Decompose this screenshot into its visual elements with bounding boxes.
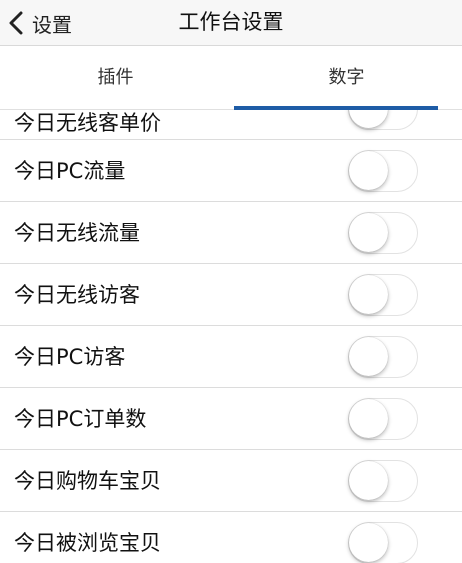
- toggle-knob: [349, 151, 388, 190]
- row-label: 今日无线访客: [14, 283, 140, 307]
- tab-plugins[interactable]: 插件: [0, 52, 231, 109]
- settings-list[interactable]: 今日无线客单价 今日PC流量 今日无线流量 今日无线访客 今日PC访客 今日PC…: [0, 110, 462, 563]
- list-item: 今日被浏览宝贝: [0, 512, 462, 563]
- toggle-knob: [349, 461, 388, 500]
- toggle-knob: [349, 523, 388, 562]
- row-label: 今日PC访客: [14, 345, 126, 369]
- toggle-switch[interactable]: [348, 110, 418, 130]
- toggle-knob: [349, 399, 388, 438]
- list-item: 今日无线客单价: [0, 110, 462, 140]
- row-label: 今日购物车宝贝: [14, 469, 161, 493]
- list-item: 今日PC访客: [0, 326, 462, 388]
- toggle-switch[interactable]: [348, 150, 418, 192]
- list-item: 今日无线访客: [0, 264, 462, 326]
- toggle-knob: [349, 213, 388, 252]
- toggle-switch[interactable]: [348, 212, 418, 254]
- tab-numbers-label: 数字: [328, 67, 365, 88]
- tab-numbers[interactable]: 数字: [231, 52, 462, 110]
- tab-plugins-label: 插件: [97, 67, 134, 88]
- row-label: 今日无线流量: [14, 221, 140, 245]
- toggle-switch[interactable]: [348, 336, 418, 378]
- toggle-knob: [349, 337, 388, 376]
- back-label: 设置: [32, 12, 72, 37]
- toggle-switch[interactable]: [348, 398, 418, 440]
- row-label: 今日PC订单数: [14, 407, 147, 431]
- toggle-knob: [349, 110, 388, 128]
- list-item: 今日购物车宝贝: [0, 450, 462, 512]
- toggle-knob: [349, 275, 388, 314]
- list-item: 今日PC订单数: [0, 388, 462, 450]
- tab-bar: 插件 数字: [0, 52, 462, 110]
- toggle-switch[interactable]: [348, 274, 418, 316]
- row-label: 今日被浏览宝贝: [14, 531, 161, 555]
- list-item: 今日无线流量: [0, 202, 462, 264]
- chevron-left-icon: [8, 11, 24, 35]
- row-label: 今日无线客单价: [14, 111, 161, 135]
- row-label: 今日PC流量: [14, 159, 126, 183]
- list-item: 今日PC流量: [0, 140, 462, 202]
- toggle-switch[interactable]: [348, 522, 418, 563]
- navigation-bar: 设置 工作台设置: [0, 0, 462, 46]
- back-button[interactable]: 设置: [8, 6, 72, 40]
- toggle-switch[interactable]: [348, 460, 418, 502]
